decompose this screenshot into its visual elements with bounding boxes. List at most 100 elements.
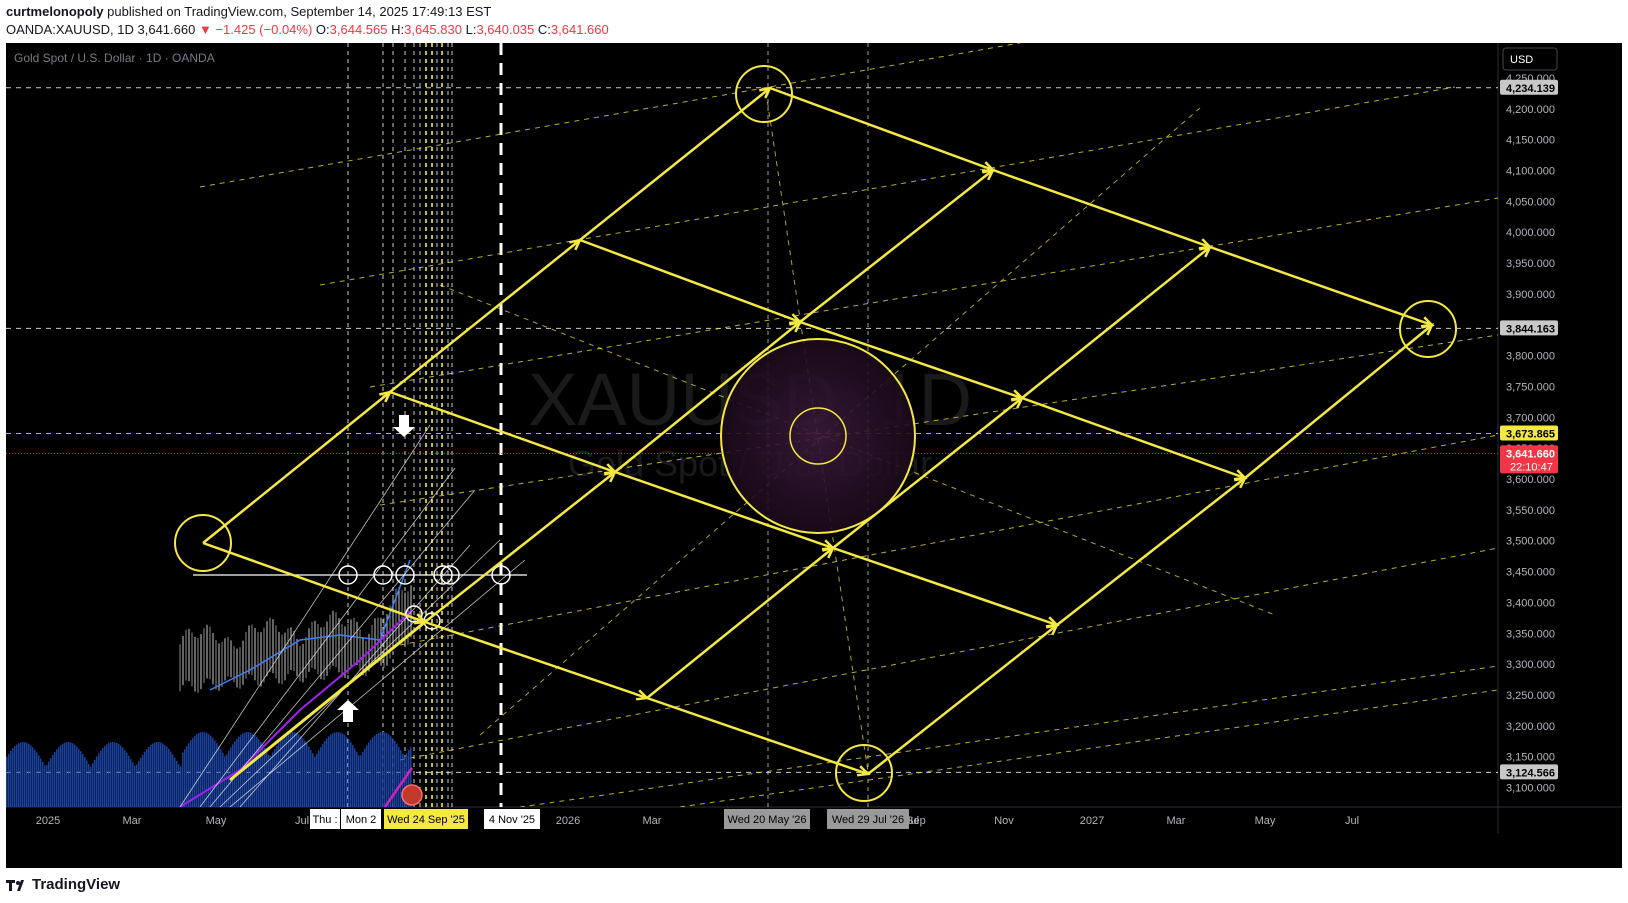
projection-arrow-line xyxy=(202,541,426,624)
projection-arrow-line xyxy=(867,624,1058,775)
volume-bar xyxy=(378,732,380,807)
volume-bar xyxy=(156,742,158,807)
currency-button-label: USD xyxy=(1510,54,1533,66)
volume-bar xyxy=(274,748,276,807)
projection-arrow-line xyxy=(202,391,391,544)
volume-bar xyxy=(166,746,168,807)
volume-bar xyxy=(386,733,388,807)
time-tick-label: Sep xyxy=(906,815,926,827)
projection-arrow-line xyxy=(1021,246,1211,399)
projection-arrow-line xyxy=(769,86,994,172)
plot-area[interactable] xyxy=(6,43,1498,810)
volume-bar xyxy=(272,752,274,807)
price-tick-label: 3,950.000 xyxy=(1506,258,1555,270)
volume-bar xyxy=(302,738,304,807)
price-tick-label: 3,600.000 xyxy=(1506,474,1555,486)
volume-bar xyxy=(116,742,118,807)
volume-bar xyxy=(62,743,64,807)
volume-bar xyxy=(98,753,100,807)
volume-bar xyxy=(278,742,280,807)
volume-bar xyxy=(20,742,22,807)
tradingview-wordmark: TradingView xyxy=(32,876,121,893)
volume-bar xyxy=(30,745,32,807)
volume-bar xyxy=(84,757,86,807)
volume-bar xyxy=(224,756,226,807)
price-tick-label: 4,000.000 xyxy=(1506,227,1555,239)
volume-bar xyxy=(296,733,298,807)
price-tick-label: 3,700.000 xyxy=(1506,412,1555,424)
volume-bar xyxy=(8,753,10,807)
volume-bar xyxy=(42,761,44,807)
time-axis[interactable]: 2025 Mar May Jul 2026 Mar JulSep Nov 2027 Mar May J… xyxy=(36,809,1359,829)
price-tick-label: 3,100.000 xyxy=(1506,783,1555,795)
volume-bar xyxy=(200,732,202,807)
projection-arrow-line xyxy=(646,547,834,699)
volume-bar xyxy=(92,763,94,807)
volume-bar xyxy=(218,746,220,807)
volume-bar xyxy=(382,732,384,807)
volume-bar xyxy=(144,751,146,807)
volume-bar xyxy=(246,732,248,807)
volume-bar xyxy=(110,742,112,807)
volume-bar xyxy=(400,750,402,807)
volume-bar xyxy=(118,744,120,807)
volume-bar xyxy=(316,753,318,807)
projection-arrow-line xyxy=(579,238,801,324)
volume-bar xyxy=(104,746,106,807)
volume-bar xyxy=(138,761,140,807)
volume-bar xyxy=(398,746,400,807)
volume-bar xyxy=(150,745,152,807)
volume-bar xyxy=(164,744,166,807)
price-tick-label: 3,550.000 xyxy=(1506,505,1555,517)
volume-bar xyxy=(202,732,204,807)
channel-line xyxy=(399,434,1498,646)
event-flag-icon[interactable] xyxy=(401,784,423,806)
price-level-badge-label: 3,124.566 xyxy=(1506,767,1555,779)
volume-bar xyxy=(50,758,52,807)
volume-bar xyxy=(152,743,154,807)
volume-bar xyxy=(304,740,306,807)
volume-bar xyxy=(320,747,322,807)
volume-bar xyxy=(384,732,386,807)
price-axis[interactable]: 4,250.0004,200.0004,150.0004,100.0004,05… xyxy=(1500,73,1558,795)
volume-bar xyxy=(176,760,178,807)
price-tick-label: 3,300.000 xyxy=(1506,659,1555,671)
legend-title: Gold Spot / U.S. Dollar · 1D · OANDA xyxy=(14,51,215,65)
date-badge-label: Thu : xyxy=(312,814,337,826)
volume-bar xyxy=(142,754,144,807)
volume-bar xyxy=(28,743,30,807)
volume-bar xyxy=(134,765,136,807)
volume-bar xyxy=(326,738,328,807)
volume-bar xyxy=(6,756,8,807)
volume-bar xyxy=(216,743,218,807)
time-tick-label: 2027 xyxy=(1080,815,1104,827)
volume-bar xyxy=(348,739,350,807)
volume-bar xyxy=(16,744,18,807)
volume-bar xyxy=(124,750,126,807)
volume-bar xyxy=(354,748,356,807)
price-tick-label: 4,100.000 xyxy=(1506,166,1555,178)
volume-bar xyxy=(32,747,34,807)
volume-bar xyxy=(324,741,326,807)
volume-bar xyxy=(82,754,84,807)
volume-bar xyxy=(182,752,184,807)
volume-bar xyxy=(210,735,212,807)
volume-bar xyxy=(38,755,40,807)
volume-bar xyxy=(56,749,58,807)
projection-arrow-line xyxy=(992,168,1211,249)
volume-bar xyxy=(276,745,278,807)
volume-bar xyxy=(270,755,272,807)
volume-bar xyxy=(130,759,132,807)
volume-bar xyxy=(122,747,124,807)
volume-bar xyxy=(48,761,50,807)
price-tick-label: 3,350.000 xyxy=(1506,628,1555,640)
price-tick-label: 4,150.000 xyxy=(1506,135,1555,147)
date-badge-label: Wed 29 Jul '26 xyxy=(832,814,904,826)
time-tick-label: Mar xyxy=(643,815,662,827)
volume-bar xyxy=(190,740,192,807)
volume-bar xyxy=(342,733,344,807)
price-tick-label: 4,200.000 xyxy=(1506,104,1555,116)
volume-bar xyxy=(380,732,382,807)
chart-svg[interactable]: XAUUSD, 1D Gold Spot / U.S. Dollar Gold … xyxy=(0,0,1628,903)
volume-bar xyxy=(300,736,302,807)
